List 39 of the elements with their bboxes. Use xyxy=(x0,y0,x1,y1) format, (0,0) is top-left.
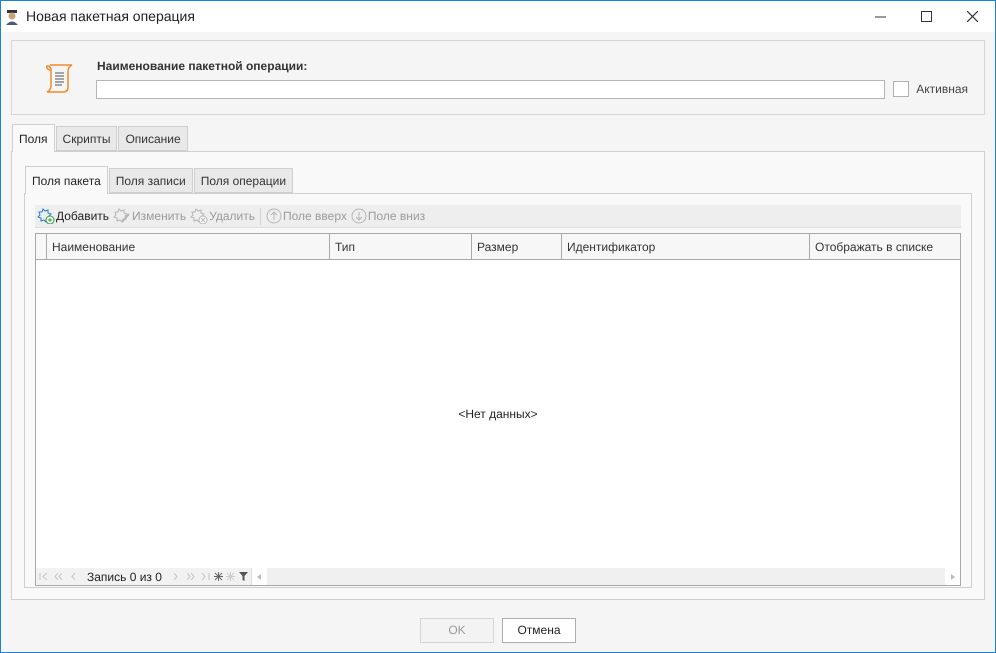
right-arrow-icon xyxy=(950,574,954,580)
column-header[interactable]: Тип xyxy=(330,234,472,259)
column-header[interactable]: Наименование xyxy=(47,234,330,259)
previous-page-icon xyxy=(54,573,63,580)
column-header[interactable]: Отображать в списке xyxy=(810,234,960,259)
app-icon xyxy=(5,8,19,24)
name-label: Наименование пакетной операции: xyxy=(97,58,308,74)
close-icon xyxy=(966,11,978,22)
remove-icon xyxy=(226,572,236,581)
column-header[interactable]: Идентификатор xyxy=(562,234,810,259)
tab[interactable]: Скрипты xyxy=(56,126,118,151)
window-title: Новая пакетная операция xyxy=(26,7,195,26)
add-button[interactable]: Добавить xyxy=(35,205,112,227)
gear-plus-icon xyxy=(37,208,55,224)
gear-pencil-icon xyxy=(113,208,132,224)
next-record-icon xyxy=(172,573,178,580)
column-header[interactable]: Размер xyxy=(472,234,562,259)
tab[interactable]: Поля операции xyxy=(194,168,294,193)
horizontal-scrollbar[interactable] xyxy=(250,568,960,585)
dialog-button[interactable]: Отмена xyxy=(502,618,576,642)
first-record-icon xyxy=(39,573,48,580)
tab[interactable]: Поля пакета xyxy=(25,166,108,194)
previous-record-icon xyxy=(71,573,76,580)
tab[interactable]: Описание xyxy=(118,126,188,151)
record-counter: Запись 0 из 0 xyxy=(87,568,162,586)
empty-message: <Нет данных> xyxy=(458,406,538,423)
gear-cross-icon xyxy=(190,208,208,224)
name-input[interactable] xyxy=(96,80,886,98)
scroll-right-button[interactable] xyxy=(945,568,960,585)
maximize-icon xyxy=(920,11,932,22)
tab[interactable]: Поля записи xyxy=(108,168,193,193)
left-arrow-icon xyxy=(257,574,262,580)
active-checkbox[interactable] xyxy=(893,81,910,97)
active-label: Активная xyxy=(916,81,968,98)
tab[interactable]: Поля xyxy=(12,124,55,152)
filter-icon xyxy=(239,572,248,581)
last-record-icon xyxy=(200,573,210,580)
append-icon xyxy=(214,572,224,581)
next-page-icon xyxy=(186,573,195,580)
